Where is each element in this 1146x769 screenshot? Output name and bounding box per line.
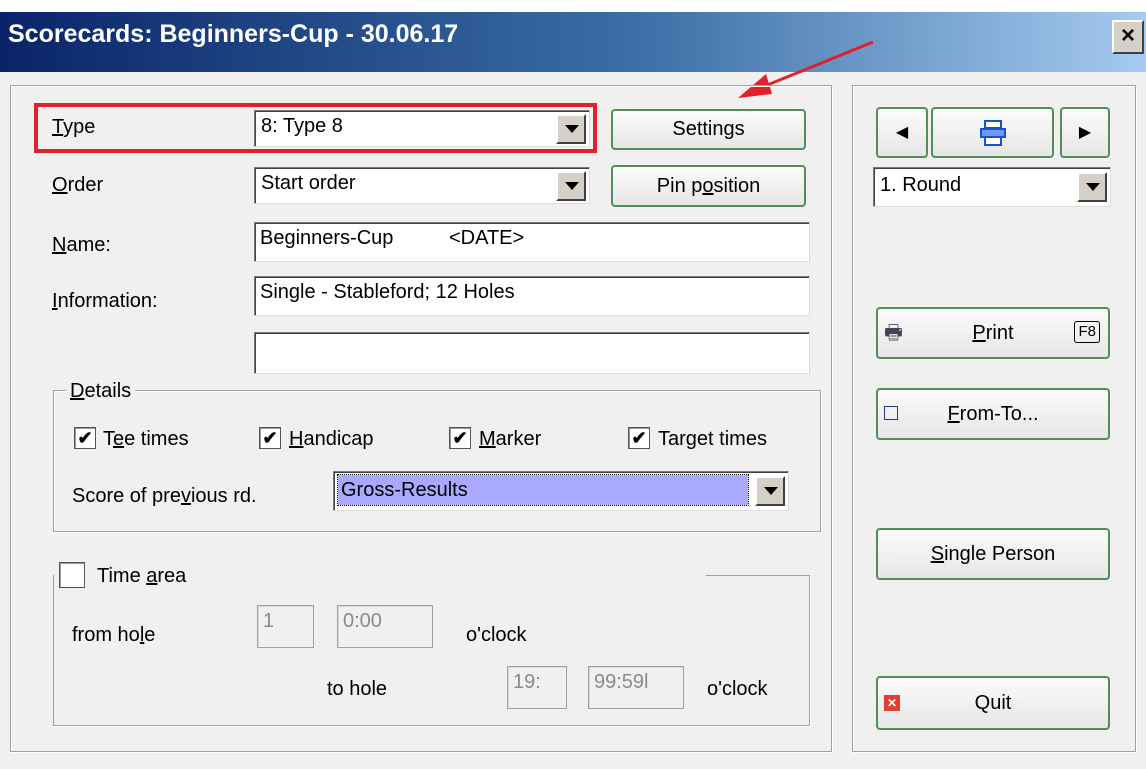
order-label: Order <box>52 174 104 196</box>
tee-times-label: Tee times <box>103 428 189 450</box>
type-label: Type <box>52 116 96 138</box>
handicap-label: Handicap <box>289 428 374 450</box>
quit-icon: ✕ <box>884 695 900 711</box>
handicap-checkbox[interactable]: ✔ <box>259 427 281 449</box>
name-input[interactable]: Beginners-Cup <DATE> <box>254 222 810 262</box>
to-time-input[interactable]: 99:59l <box>588 666 684 709</box>
window-title: Scorecards: Beginners-Cup - 30.06.17 <box>8 20 459 48</box>
chevron-down-icon[interactable] <box>556 171 586 201</box>
time-area-checkbox[interactable] <box>59 562 85 588</box>
score-previous-value: Gross-Results <box>337 474 749 506</box>
arrow-right-icon: ▶ <box>1078 124 1092 141</box>
round-select[interactable]: 1. Round <box>873 167 1111 207</box>
print-preview-button[interactable] <box>931 107 1054 158</box>
target-times-label: Target times <box>658 428 767 450</box>
arrow-left-icon: ◀ <box>895 124 909 141</box>
tee-times-checkbox[interactable]: ✔ <box>74 427 96 449</box>
single-person-button[interactable]: Single Person <box>876 528 1110 580</box>
score-previous-label: Score of previous rd. <box>72 485 257 507</box>
chevron-down-icon[interactable] <box>1077 172 1107 202</box>
print-button[interactable]: 🖶 Print F8 <box>876 307 1110 359</box>
from-hole-input[interactable]: 1 <box>257 605 314 648</box>
to-hole-label: to hole <box>327 678 388 700</box>
type-select-value: 8: Type 8 <box>261 115 343 137</box>
chevron-down-icon[interactable] <box>755 476 785 506</box>
marker-label: Marker <box>479 428 542 450</box>
order-select[interactable]: Start order <box>254 167 590 204</box>
information-label: Information: <box>52 290 158 312</box>
from-time-input[interactable]: 0:00 <box>337 605 433 648</box>
checkbox-icon <box>884 406 898 420</box>
type-select[interactable]: 8: Type 8 <box>254 110 590 147</box>
previous-button[interactable]: ◀ <box>876 107 928 158</box>
pin-position-button[interactable]: Pin position <box>611 165 806 207</box>
target-times-checkbox[interactable]: ✔ <box>628 427 650 449</box>
time-area-label: Time area <box>97 565 187 587</box>
printer-icon <box>979 120 1006 146</box>
information-input-2[interactable] <box>254 332 810 374</box>
from-to-button[interactable]: From-To... <box>876 388 1110 440</box>
to-oclock-label: o'clock <box>707 678 768 700</box>
details-legend: Details <box>66 380 136 403</box>
score-previous-select[interactable]: Gross-Results <box>333 471 789 511</box>
from-hole-label: from hole <box>72 624 156 646</box>
chevron-down-icon[interactable] <box>556 114 586 144</box>
next-button[interactable]: ▶ <box>1060 107 1110 158</box>
close-button[interactable]: × <box>1112 20 1144 54</box>
round-select-value: 1. Round <box>880 174 962 196</box>
order-select-value: Start order <box>261 172 356 194</box>
settings-button[interactable]: Settings <box>611 109 806 150</box>
name-label: Name: <box>52 234 111 256</box>
time-area-group-top-line <box>706 575 810 576</box>
to-hole-input[interactable]: 19: <box>507 666 567 709</box>
information-input[interactable]: Single - Stableford; 12 Holes <box>254 276 810 316</box>
quit-button[interactable]: ✕ Quit <box>876 676 1110 730</box>
from-oclock-label: o'clock <box>466 624 527 646</box>
marker-checkbox[interactable]: ✔ <box>449 427 471 449</box>
time-area-group <box>53 575 810 726</box>
printer-icon: 🖶 <box>884 322 903 344</box>
f8-key-badge: F8 <box>1074 321 1100 343</box>
close-icon: × <box>1120 22 1135 49</box>
